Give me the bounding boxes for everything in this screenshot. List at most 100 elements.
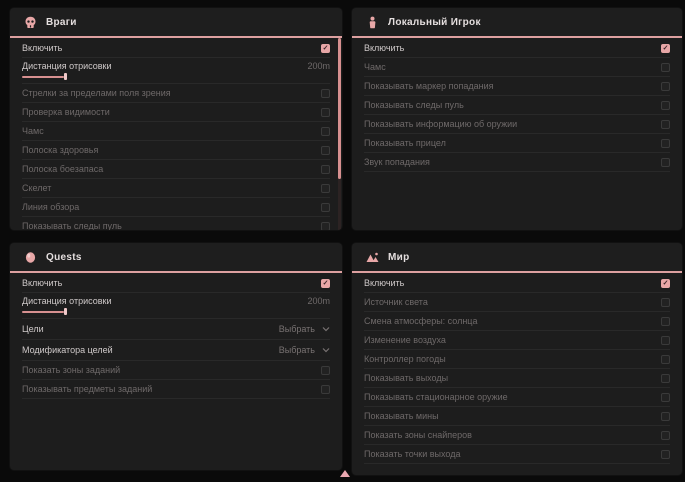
checkbox[interactable] (661, 101, 670, 110)
settings-row[interactable]: Звук попадания (364, 153, 670, 172)
checkbox[interactable] (321, 165, 330, 174)
checkbox[interactable] (661, 393, 670, 402)
row-label: Контроллер погоды (364, 354, 446, 364)
settings-row[interactable]: Полоска боезапаса (22, 160, 330, 179)
row-label: Чамс (22, 126, 44, 136)
panel-enemies-header: Враги (10, 8, 342, 38)
row-label: Стрелки за пределами поля зрения (22, 88, 171, 98)
settings-row[interactable]: Показывать прицел (364, 134, 670, 153)
settings-row[interactable]: Показывать мины (364, 407, 670, 426)
chevron-down-icon (322, 325, 330, 333)
checkbox[interactable] (661, 450, 670, 459)
slider-row: Дистанция отрисовки 200m (22, 293, 330, 319)
settings-row[interactable]: Скелет (22, 179, 330, 198)
checkbox[interactable] (661, 298, 670, 307)
panel-world-header: Мир (352, 243, 682, 273)
scrollbar[interactable] (338, 38, 341, 230)
checkbox[interactable] (321, 108, 330, 117)
checkbox[interactable] (661, 82, 670, 91)
settings-row[interactable]: Изменение воздуха (364, 331, 670, 350)
cursor-triangle (340, 470, 350, 477)
settings-row[interactable]: Показывать выходы (364, 369, 670, 388)
settings-row[interactable]: Стрелки за пределами поля зрения (22, 84, 330, 103)
settings-row[interactable]: Показывать следы пуль (364, 96, 670, 115)
slider[interactable] (22, 73, 330, 80)
row-label: Проверка видимости (22, 107, 110, 117)
settings-row[interactable]: Полоска здоровья (22, 141, 330, 160)
checkbox[interactable] (661, 431, 670, 440)
row-label: Показывать следы пуль (364, 100, 464, 110)
settings-row[interactable]: Включить (22, 39, 330, 58)
panel-title: Quests (46, 252, 82, 263)
settings-row[interactable]: Включить (364, 39, 670, 58)
overlay-menu: Враги Включить Дистанция отрисовки 200m … (0, 0, 685, 482)
row-label: Показывать предметы заданий (22, 384, 152, 394)
row-label: Показывать выходы (364, 373, 448, 383)
settings-row[interactable]: Показать зоны заданий (22, 361, 330, 380)
settings-row[interactable]: Показывать следы пуль (22, 217, 330, 230)
checkbox[interactable] (321, 279, 330, 288)
mountains-icon (366, 251, 379, 264)
select-row[interactable]: Модификатора целей Выбрать (22, 340, 330, 361)
settings-row[interactable]: Включить (22, 274, 330, 293)
checkbox[interactable] (661, 158, 670, 167)
checkbox[interactable] (321, 203, 330, 212)
select-dropdown[interactable]: Выбрать (279, 324, 330, 334)
select-dropdown[interactable]: Выбрать (279, 345, 330, 355)
checkbox[interactable] (661, 317, 670, 326)
panel-title: Локальный Игрок (388, 17, 481, 28)
checkbox[interactable] (321, 146, 330, 155)
row-label: Показать зоны снайперов (364, 430, 472, 440)
panel-quests-header: Quests (10, 243, 342, 273)
settings-row[interactable]: Проверка видимости (22, 103, 330, 122)
settings-row[interactable]: Показать зоны снайперов (364, 426, 670, 445)
scrollbar-thumb[interactable] (338, 38, 341, 179)
row-label: Показывать стационарное оружие (364, 392, 508, 402)
settings-row[interactable]: Линия обзора (22, 198, 330, 217)
settings-row[interactable]: Показывать предметы заданий (22, 380, 330, 399)
settings-row[interactable]: Смена атмосферы: солнца (364, 312, 670, 331)
checkbox[interactable] (661, 120, 670, 129)
slider[interactable] (22, 308, 330, 315)
settings-row[interactable]: Показывать стационарное оружие (364, 388, 670, 407)
checkbox[interactable] (661, 412, 670, 421)
skull-icon (24, 16, 37, 29)
settings-row[interactable]: Показывать маркер попадания (364, 77, 670, 96)
panel-local-player-header: Локальный Игрок (352, 8, 682, 38)
settings-row[interactable]: Источник света (364, 293, 670, 312)
checkbox[interactable] (661, 374, 670, 383)
settings-row[interactable]: Чамс (22, 122, 330, 141)
panel-title: Враги (46, 17, 77, 28)
checkbox[interactable] (661, 279, 670, 288)
row-label: Включить (22, 278, 62, 288)
panel-enemies-body: Включить Дистанция отрисовки 200m Стрелк… (10, 38, 342, 230)
row-label: Показывать следы пуль (22, 221, 122, 230)
checkbox[interactable] (321, 366, 330, 375)
checkbox[interactable] (321, 222, 330, 231)
checkbox[interactable] (661, 63, 670, 72)
checkbox[interactable] (321, 44, 330, 53)
slider-fill (22, 76, 64, 78)
checkbox[interactable] (321, 184, 330, 193)
row-label: Показать зоны заданий (22, 365, 120, 375)
settings-row[interactable]: Контроллер погоды (364, 350, 670, 369)
settings-row[interactable]: Показывать информацию об оружии (364, 115, 670, 134)
checkbox[interactable] (321, 127, 330, 136)
checkbox[interactable] (661, 336, 670, 345)
checkbox[interactable] (661, 139, 670, 148)
quests-orb-icon (24, 251, 37, 264)
row-label: Дистанция отрисовки (22, 61, 112, 71)
checkbox[interactable] (661, 44, 670, 53)
select-row[interactable]: Цели Выбрать (22, 319, 330, 340)
checkbox[interactable] (321, 385, 330, 394)
slider-thumb[interactable] (64, 308, 67, 315)
checkbox[interactable] (661, 355, 670, 364)
row-label: Цели (22, 324, 44, 334)
checkbox[interactable] (321, 89, 330, 98)
panel-title: Мир (388, 252, 410, 263)
settings-row[interactable]: Показать точки выхода (364, 445, 670, 464)
settings-row[interactable]: Чамс (364, 58, 670, 77)
panel-world: Мир Включить Источник света Смена атмосф… (352, 243, 682, 475)
slider-thumb[interactable] (64, 73, 67, 80)
settings-row[interactable]: Включить (364, 274, 670, 293)
